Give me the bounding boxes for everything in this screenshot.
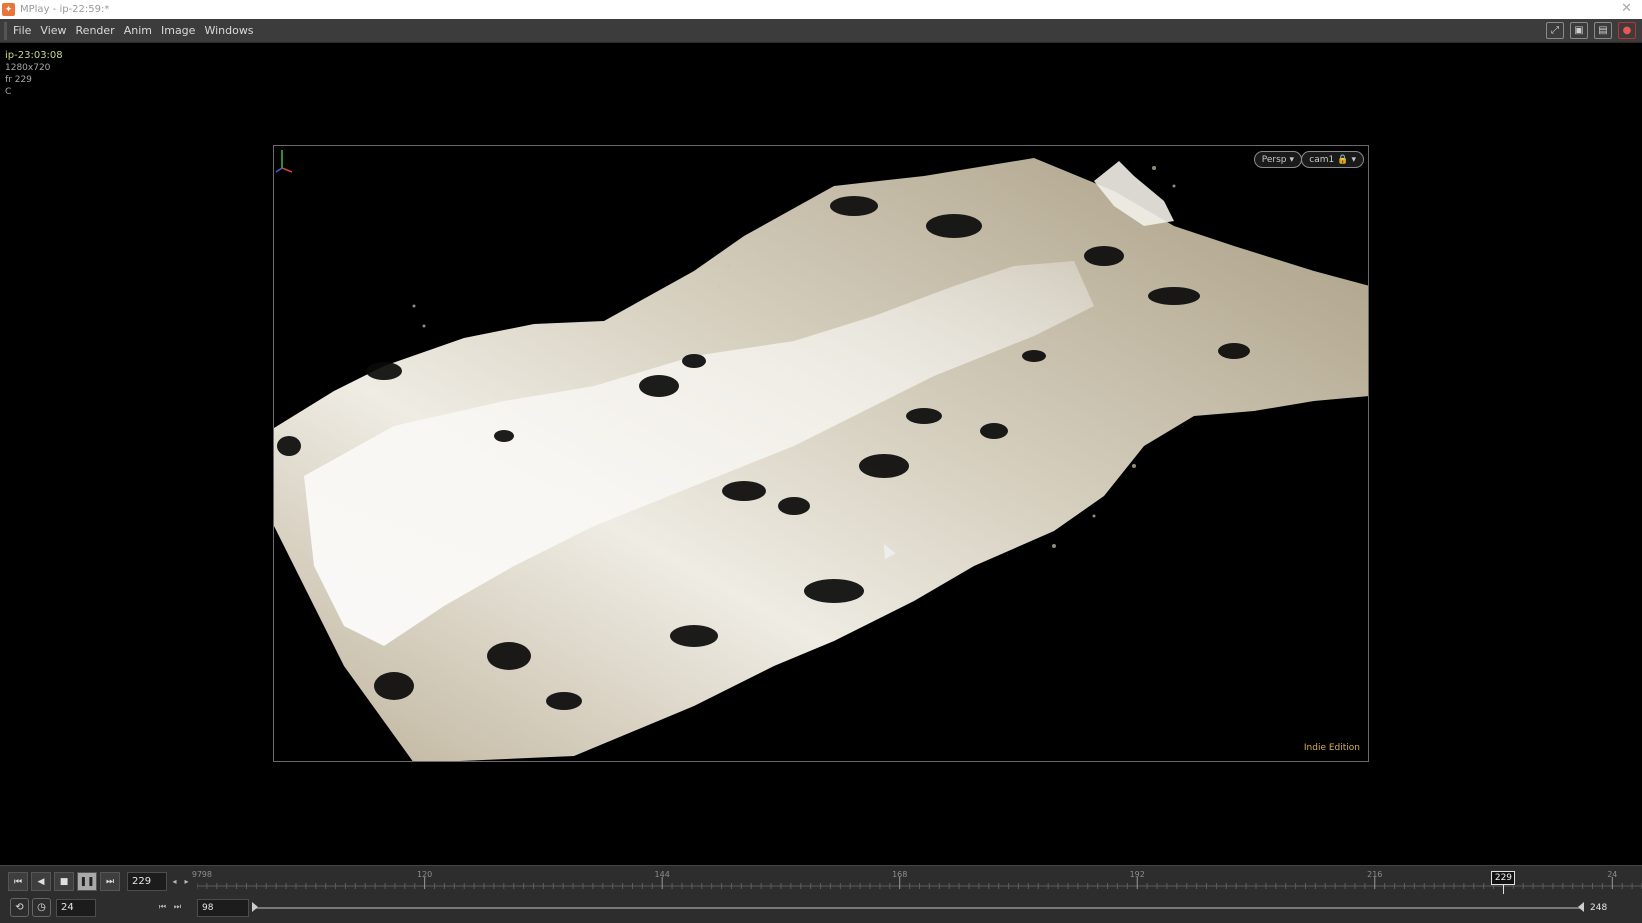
go-to-start-button[interactable]: ⏮: [8, 872, 28, 891]
menu-drag-handle[interactable]: [4, 21, 7, 40]
timeline-tick-label: 192: [1129, 870, 1145, 879]
houdini-icon: ✦: [2, 3, 15, 16]
timeline-cursor-line[interactable]: [1503, 884, 1505, 894]
persp-menu-button[interactable]: Persp ▾: [1253, 151, 1302, 168]
menu-file[interactable]: File: [13, 24, 31, 37]
menu-image[interactable]: Image: [161, 24, 195, 37]
playback-options: ⟲ ◷ 24: [10, 898, 96, 917]
rendered-water-surface: [274, 158, 1368, 761]
current-frame-field[interactable]: 229: [127, 872, 167, 891]
close-red-icon[interactable]: ●: [1618, 22, 1636, 39]
window-title: MPlay - ip-22:59:*: [20, 4, 110, 15]
timeline-tick-label: 97: [191, 870, 203, 879]
menu-render[interactable]: Render: [76, 24, 115, 37]
timeline-ruler[interactable]: [197, 871, 1642, 895]
range-end-field[interactable]: 248: [1586, 899, 1642, 917]
chevron-down-icon: ▾: [1289, 154, 1294, 165]
menu-bar: File View Render Anim Image Windows ⤢ ▣ …: [0, 19, 1642, 43]
range-end-icon[interactable]: ⏭: [173, 899, 182, 915]
step-forward-icon[interactable]: ▸: [182, 874, 191, 890]
fps-field[interactable]: 24: [56, 898, 96, 917]
render-viewport[interactable]: Persp ▾ cam1 🔒 ▾ Indie Edition: [273, 145, 1369, 762]
step-back-icon[interactable]: ◂: [170, 874, 179, 890]
window-close-icon[interactable]: ✕: [1621, 1, 1632, 16]
menu-windows[interactable]: Windows: [204, 24, 253, 37]
timeline-tick-label: 144: [654, 870, 670, 879]
range-slider[interactable]: [252, 907, 1584, 909]
realtime-clock-icon[interactable]: ◷: [32, 898, 51, 917]
loop-icon[interactable]: ⟲: [10, 898, 29, 917]
range-start-field[interactable]: 98: [197, 899, 249, 917]
transport-controls: ⏮ ◀ ■ ❚❚ ⏭ 229 ◂ ▸: [8, 872, 191, 891]
lock-icon: 🔒: [1337, 154, 1349, 165]
image-resolution: 1280x720: [5, 63, 51, 73]
axis-gizmo-icon: [275, 150, 293, 173]
fit-view-icon[interactable]: ⤢: [1546, 22, 1564, 39]
range-handle-left-icon[interactable]: [252, 902, 258, 912]
timeline-cursor-frame[interactable]: 229: [1491, 871, 1516, 885]
timeline-tick-label: 168: [892, 870, 908, 879]
image-channel: C: [5, 87, 12, 97]
persp-label: Persp: [1261, 154, 1287, 165]
image-info: ip-23:03:08 1280x720 fr 229 C: [5, 50, 63, 98]
snapshot-icon[interactable]: ▣: [1570, 22, 1588, 39]
toolbar-icons: ⤢ ▣ ▤ ●: [1546, 22, 1636, 39]
camera-menu-button[interactable]: cam1 🔒 ▾: [1301, 151, 1364, 168]
image-frame: fr 229: [5, 75, 32, 85]
menu-view[interactable]: View: [40, 24, 66, 37]
range-handle-right-icon[interactable]: [1578, 902, 1584, 912]
flipbook-icon[interactable]: ▤: [1594, 22, 1612, 39]
menu-anim[interactable]: Anim: [124, 24, 152, 37]
chevron-down-icon: ▾: [1351, 154, 1356, 165]
stop-button[interactable]: ■: [54, 872, 74, 891]
play-reverse-button[interactable]: ◀: [31, 872, 51, 891]
timeline-tick-label: 24: [1607, 870, 1618, 879]
go-to-end-button[interactable]: ⏭: [100, 872, 120, 891]
image-name: ip-23:03:08: [5, 50, 63, 61]
playbar: ⏮ ◀ ■ ❚❚ ⏭ 229 ◂ ▸ 97 98 120 144 168 192 216 24…: [0, 865, 1642, 923]
pause-button[interactable]: ❚❚: [77, 872, 97, 891]
timeline-tick-label: 120: [416, 870, 433, 879]
range-start-icon[interactable]: ⏮: [158, 899, 167, 915]
camera-label: cam1: [1309, 154, 1335, 165]
edition-label: Indie Edition: [1303, 743, 1360, 753]
timeline-tick-label: 98: [201, 870, 212, 879]
timeline-tick-label: 216: [1367, 870, 1383, 879]
title-bar: ✦ MPlay - ip-22:59:* ✕: [0, 0, 1642, 19]
range-nav: ⏮ ⏭: [158, 899, 182, 915]
